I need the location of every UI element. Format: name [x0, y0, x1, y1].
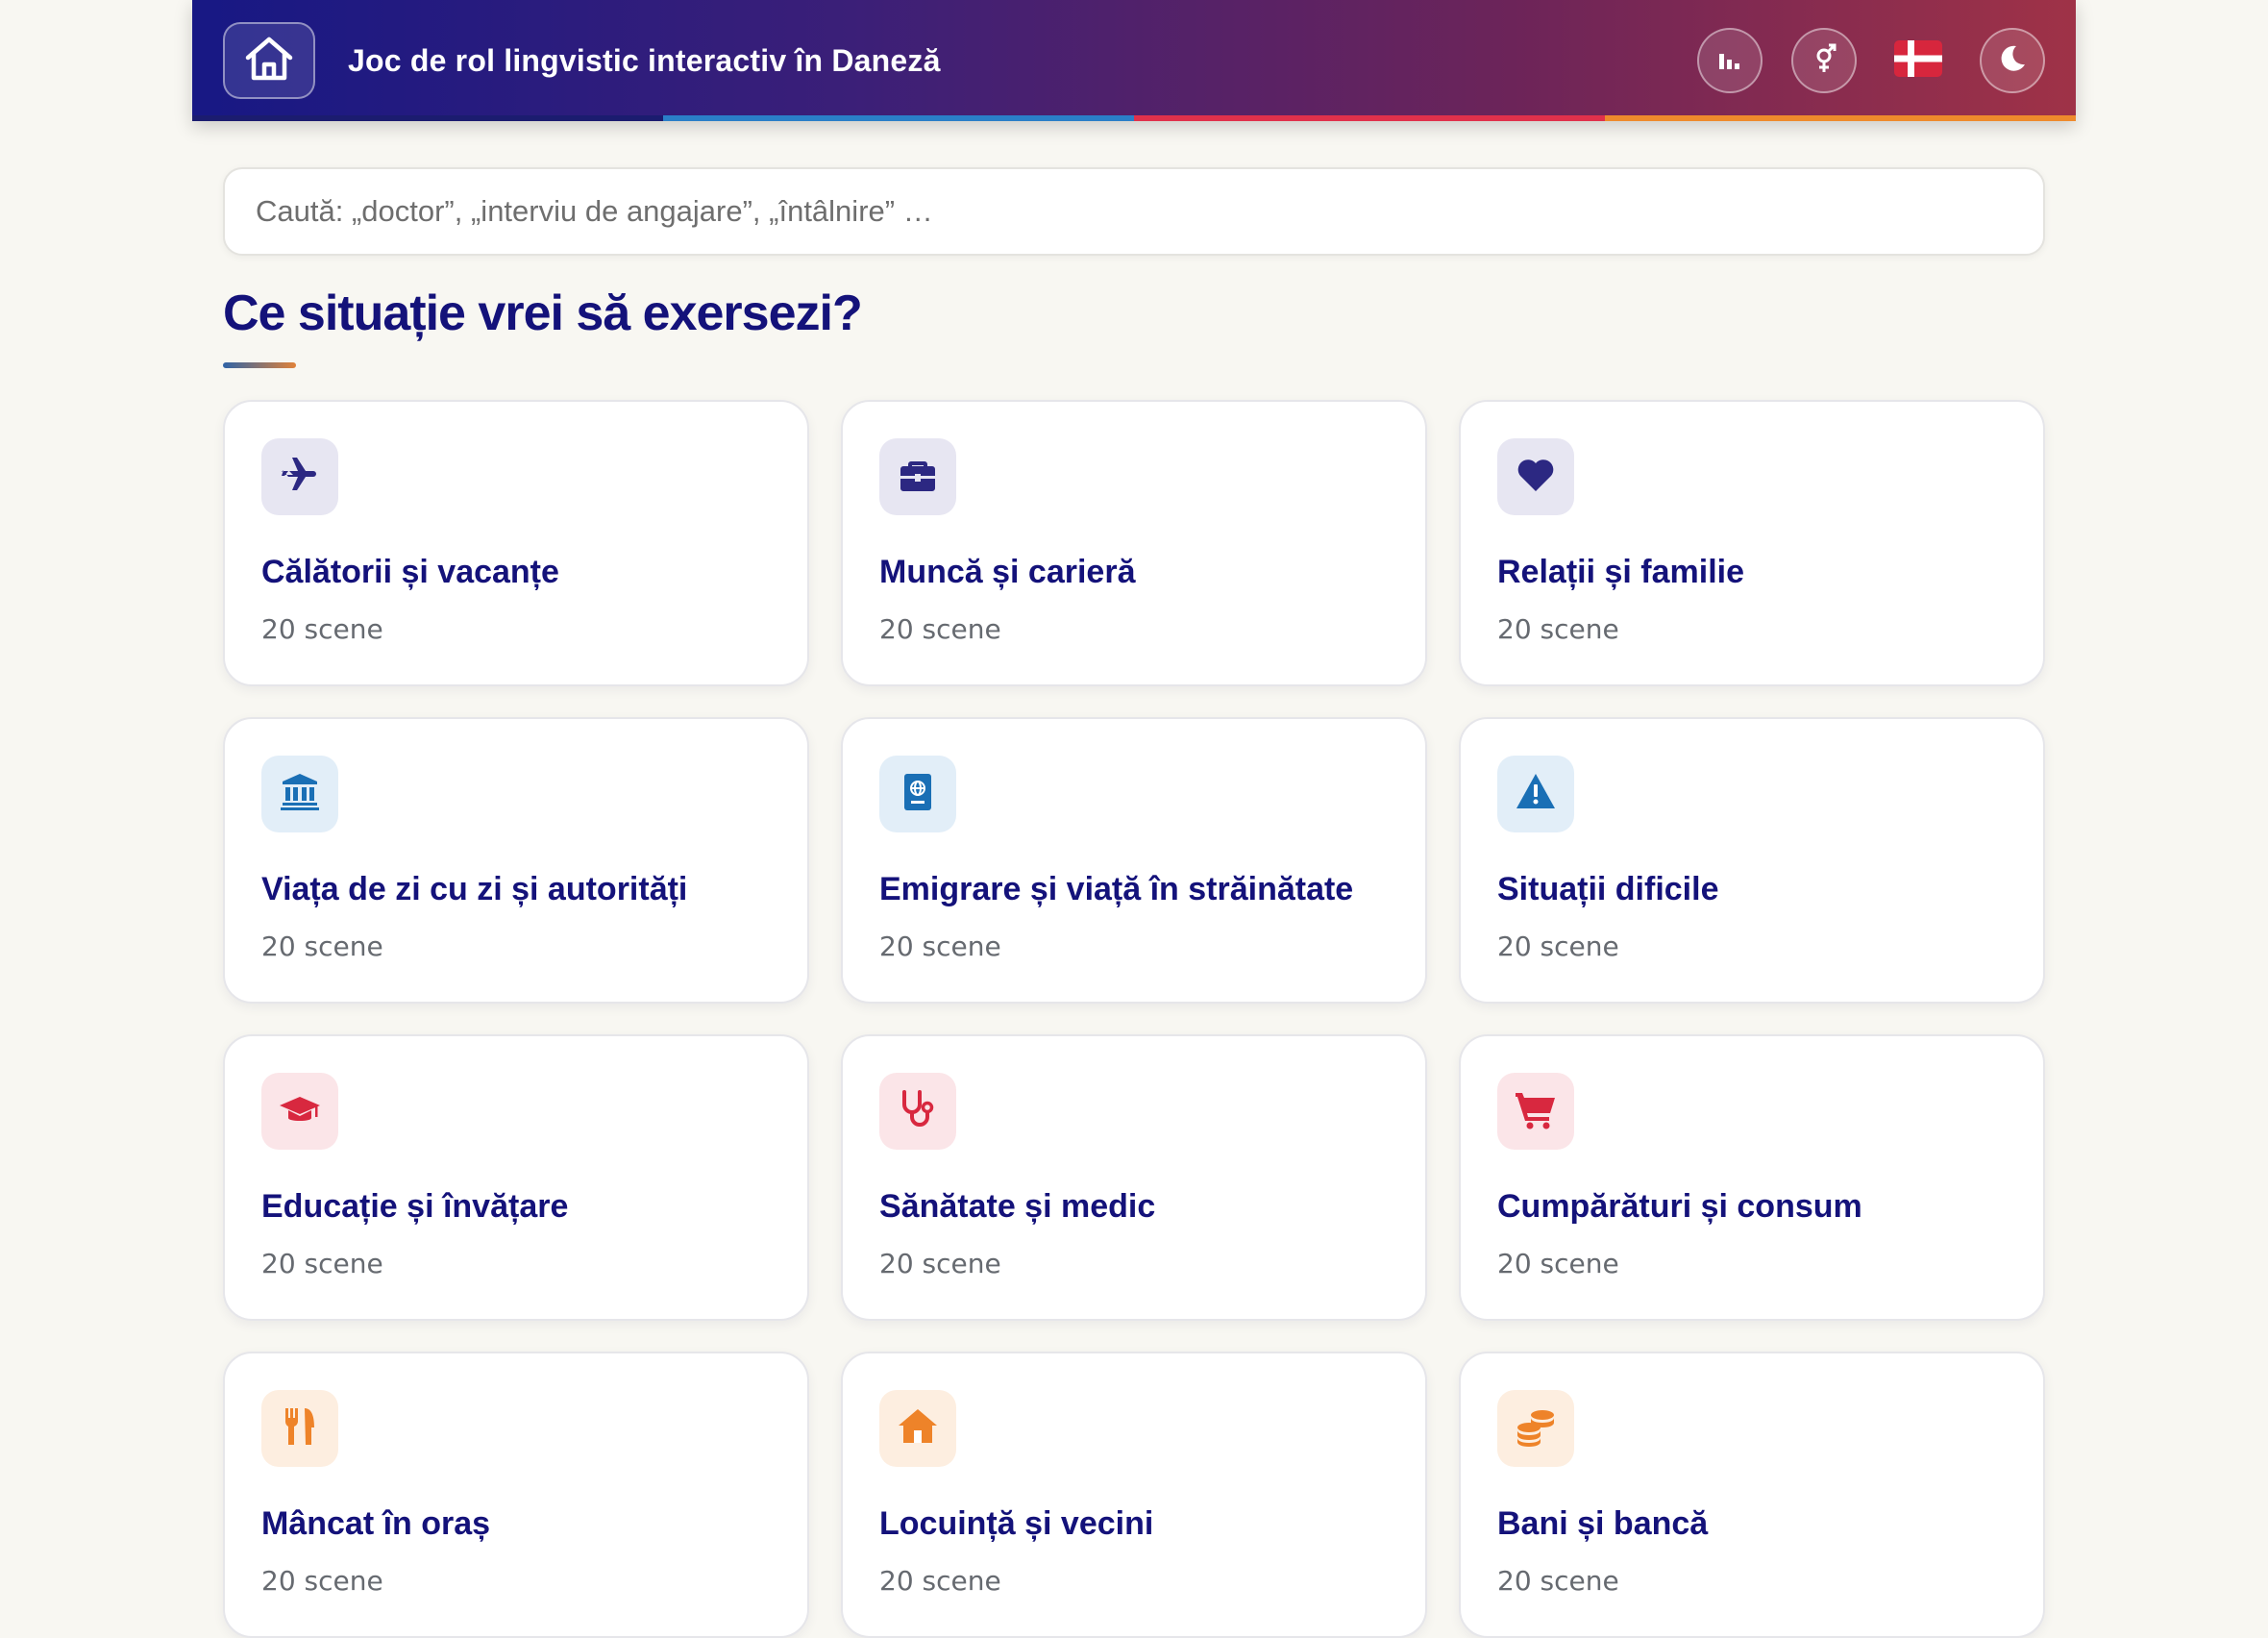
- title-underline: [223, 362, 296, 368]
- card-scene-count: 20 scene: [261, 613, 383, 645]
- card-title: Educație și învățare: [261, 1188, 569, 1225]
- government-building-icon: [278, 770, 322, 819]
- card-title: Călătorii și vacanțe: [261, 554, 559, 590]
- heart-icon: [1514, 453, 1558, 502]
- stethoscope-icon: [896, 1087, 940, 1136]
- category-grid: Călătorii și vacanțe 20 scene Muncă și c…: [223, 400, 2045, 1638]
- category-card[interactable]: Cumpărături și consum 20 scene: [1459, 1034, 2045, 1321]
- category-card[interactable]: Viața de zi cu zi și autorități 20 scene: [223, 717, 809, 1004]
- airplane-icon: [278, 453, 322, 502]
- card-scene-count: 20 scene: [261, 1248, 383, 1279]
- card-scene-count: 20 scene: [261, 931, 383, 962]
- card-icon-badge: [1497, 438, 1574, 515]
- card-title: Locuință și vecini: [879, 1505, 1154, 1542]
- house-icon: [896, 1404, 940, 1453]
- gender-icon: [1810, 41, 1838, 81]
- card-scene-count: 20 scene: [879, 1248, 1001, 1279]
- stripe-segment: [192, 115, 663, 121]
- warning-icon: [1514, 770, 1558, 819]
- header-actions: [1697, 28, 2045, 93]
- app-title: Joc de rol lingvistic interactiv în Dane…: [348, 42, 941, 78]
- category-card[interactable]: Locuință și vecini 20 scene: [841, 1352, 1427, 1638]
- app-container: Joc de rol lingvistic interactiv în Dane…: [192, 0, 2076, 1638]
- card-title: Relații și familie: [1497, 554, 1744, 590]
- passport-icon: [896, 770, 940, 819]
- card-title: Situații dificile: [1497, 871, 1719, 907]
- search-input[interactable]: [223, 167, 2045, 256]
- stats-button[interactable]: [1697, 28, 1763, 93]
- header-stripe: [192, 115, 2076, 121]
- top-header: Joc de rol lingvistic interactiv în Dane…: [192, 0, 2076, 121]
- dark-mode-button[interactable]: [1980, 28, 2045, 93]
- card-scene-count: 20 scene: [879, 613, 1001, 645]
- language-flag-button[interactable]: [1886, 28, 1951, 93]
- home-button[interactable]: [223, 22, 315, 99]
- gender-button[interactable]: [1791, 28, 1857, 93]
- card-scene-count: 20 scene: [879, 1565, 1001, 1597]
- card-icon-badge: [261, 1073, 338, 1150]
- card-title: Emigrare și viață în străinătate: [879, 871, 1354, 907]
- category-card[interactable]: Mâncat în oraș 20 scene: [223, 1352, 809, 1638]
- briefcase-icon: [896, 453, 940, 502]
- category-card[interactable]: Emigrare și viață în străinătate 20 scen…: [841, 717, 1427, 1004]
- card-icon-badge: [261, 756, 338, 832]
- stripe-segment: [663, 115, 1134, 121]
- danish-flag-icon: [1894, 39, 1942, 82]
- card-scene-count: 20 scene: [879, 931, 1001, 962]
- category-card[interactable]: Educație și învățare 20 scene: [223, 1034, 809, 1321]
- card-icon-badge: [879, 756, 956, 832]
- card-title: Bani și bancă: [1497, 1505, 1709, 1542]
- utensils-icon: [278, 1404, 322, 1453]
- card-icon-badge: [879, 438, 956, 515]
- category-card[interactable]: Situații dificile 20 scene: [1459, 717, 2045, 1004]
- card-icon-badge: [1497, 1073, 1574, 1150]
- card-icon-badge: [1497, 1390, 1574, 1467]
- category-card[interactable]: Muncă și carieră 20 scene: [841, 400, 1427, 686]
- card-title: Mâncat în oraș: [261, 1505, 491, 1542]
- moon-icon: [1996, 42, 2029, 80]
- card-scene-count: 20 scene: [1497, 1565, 1619, 1597]
- category-card[interactable]: Relații și familie 20 scene: [1459, 400, 2045, 686]
- card-icon-badge: [1497, 756, 1574, 832]
- card-title: Muncă și carieră: [879, 554, 1136, 590]
- card-title: Sănătate și medic: [879, 1188, 1156, 1225]
- home-icon: [243, 35, 295, 87]
- card-icon-badge: [261, 438, 338, 515]
- card-scene-count: 20 scene: [1497, 931, 1619, 962]
- card-scene-count: 20 scene: [261, 1565, 383, 1597]
- category-card[interactable]: Călătorii și vacanțe 20 scene: [223, 400, 809, 686]
- card-icon-badge: [879, 1390, 956, 1467]
- card-scene-count: 20 scene: [1497, 613, 1619, 645]
- coins-icon: [1514, 1404, 1558, 1453]
- bar-chart-icon: [1715, 46, 1744, 76]
- category-card[interactable]: Bani și bancă 20 scene: [1459, 1352, 2045, 1638]
- card-scene-count: 20 scene: [1497, 1248, 1619, 1279]
- card-icon-badge: [261, 1390, 338, 1467]
- stripe-segment: [1605, 115, 2076, 121]
- stripe-segment: [1134, 115, 1605, 121]
- card-title: Viața de zi cu zi și autorități: [261, 871, 688, 907]
- shopping-cart-icon: [1514, 1087, 1558, 1136]
- category-card[interactable]: Sănătate și medic 20 scene: [841, 1034, 1427, 1321]
- card-icon-badge: [879, 1073, 956, 1150]
- graduation-cap-icon: [278, 1087, 322, 1136]
- section-title: Ce situație vrei să exersezi?: [223, 285, 863, 341]
- card-title: Cumpărături și consum: [1497, 1188, 1862, 1225]
